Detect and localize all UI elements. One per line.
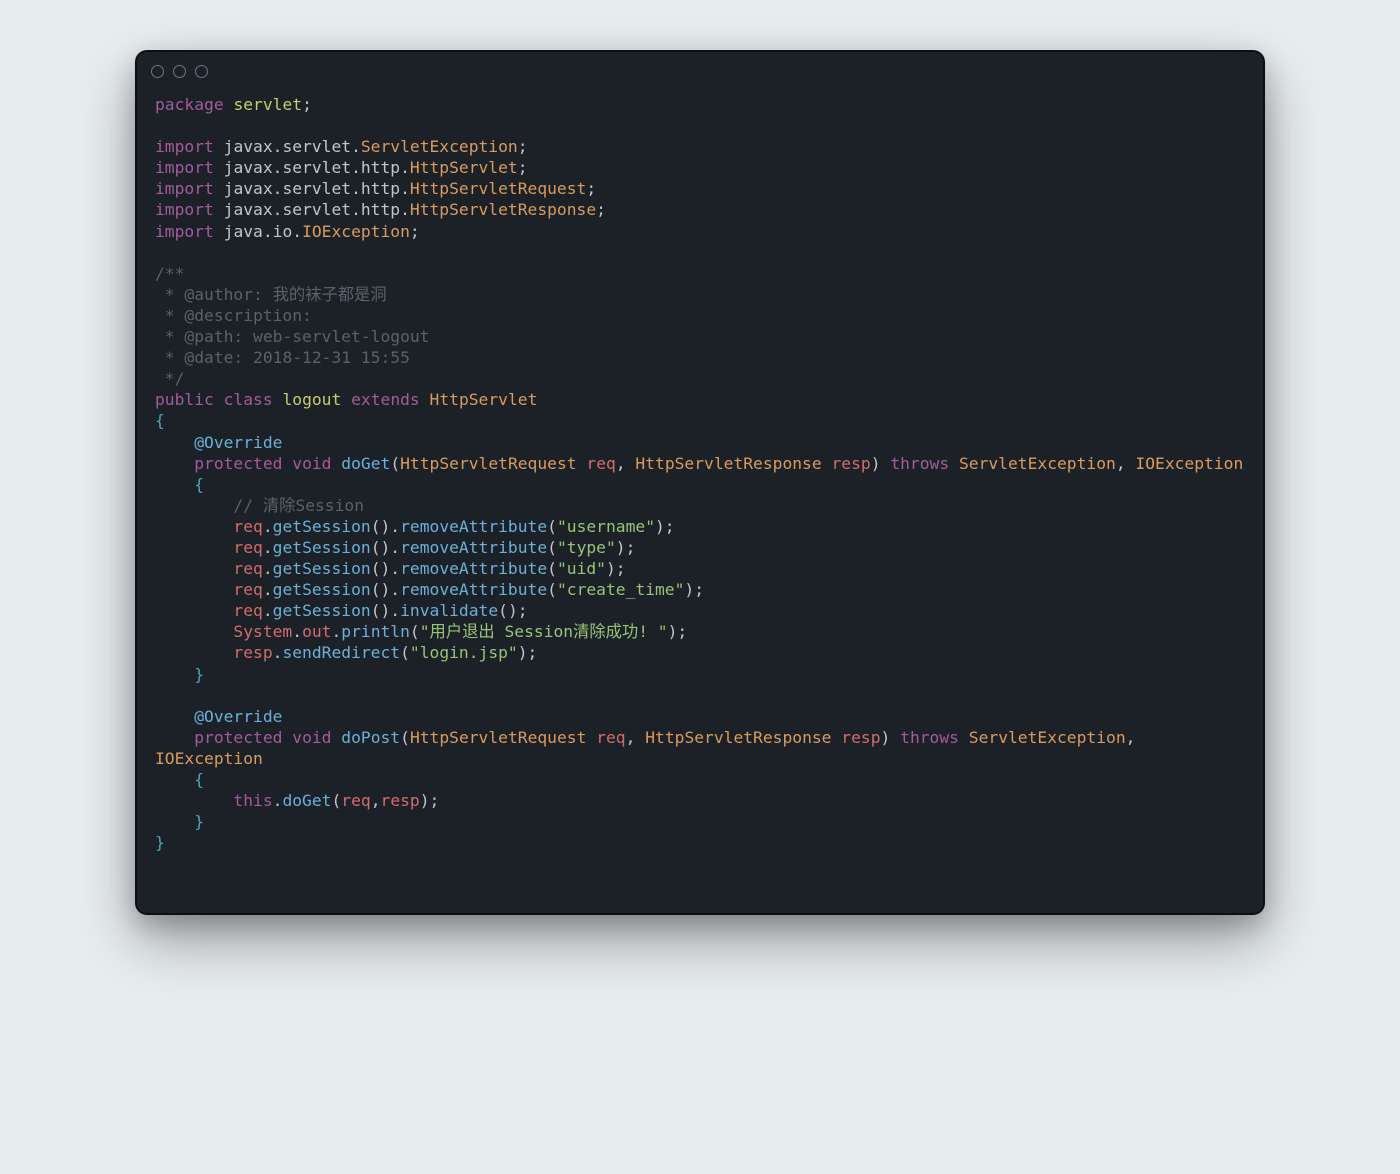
javadoc-open: /** [155,264,184,283]
method-doGet: doGet [341,454,390,473]
window-zoom-dot[interactable] [195,65,208,78]
import-1: javax.servlet.http.HttpServlet [224,158,518,177]
str-username: "username" [557,517,655,536]
keyword-protected: protected [194,454,282,473]
keyword-void: void [292,454,331,473]
javadoc-date: * @date: 2018-12-31 15:55 [155,348,410,367]
class-name: logout [282,390,341,409]
str-create-time: "create_time" [557,580,684,599]
keyword-import: import [155,179,214,198]
javadoc-path: * @path: web-servlet-logout [155,327,429,346]
type-resp: HttpServletResponse [635,454,821,473]
import-0: javax.servlet.ServletException [224,137,518,156]
keyword-public: public [155,390,214,409]
keyword-import: import [155,222,214,241]
keyword-class: class [224,390,273,409]
javadoc-description: * @description: [155,306,312,325]
code-window: package servlet; import javax.servlet.Se… [135,50,1265,915]
keyword-import: import [155,137,214,156]
code-area: package servlet; import javax.servlet.Se… [137,90,1263,913]
import-2: javax.servlet.http.HttpServletRequest [224,179,587,198]
keyword-import: import [155,158,214,177]
str-logout-msg: "用户退出 Session清除成功! " [420,622,668,641]
req-ref: req [233,517,262,536]
annotation-override: @Override [194,433,282,452]
import-4: java.io.IOException [224,222,410,241]
annotation-override: @Override [194,707,282,726]
package-name: servlet [233,95,302,114]
titlebar [137,52,1263,90]
comment-clear-session: // 清除Session [233,496,364,515]
keyword-import: import [155,200,214,219]
param-req: req [586,454,615,473]
keyword-this: this [233,791,272,810]
keyword-package: package [155,95,224,114]
keyword-extends: extends [351,390,420,409]
str-login-jsp: "login.jsp" [410,643,518,662]
type-req: HttpServletRequest [400,454,576,473]
window-close-dot[interactable] [151,65,164,78]
system-ref: System [233,622,292,641]
keyword-throws: throws [890,454,949,473]
ex-io: IOException [1135,454,1243,473]
super-class: HttpServlet [430,390,538,409]
ex-servlet: ServletException [959,454,1116,473]
javadoc-author: * @author: 我的袜子都是洞 [155,285,387,304]
import-3: javax.servlet.http.HttpServletResponse [224,200,597,219]
param-resp: resp [831,454,870,473]
method-doPost: doPost [341,728,400,747]
window-minimize-dot[interactable] [173,65,186,78]
str-uid: "uid" [557,559,606,578]
javadoc-close: */ [155,369,184,388]
str-type: "type" [557,538,616,557]
